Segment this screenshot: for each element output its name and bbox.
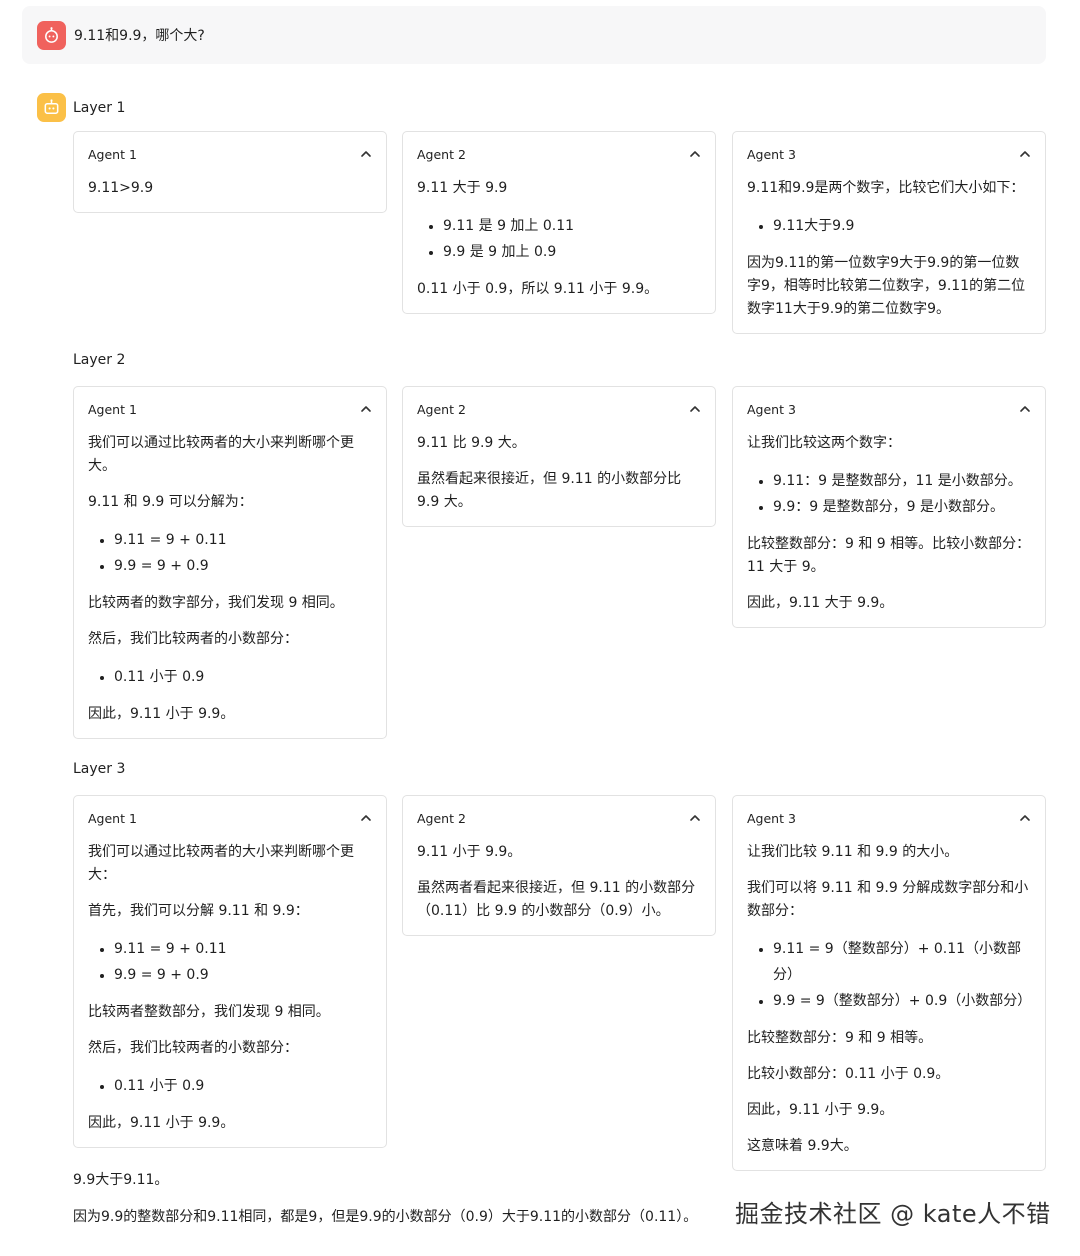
agent-bullet-list: 9.11大于9.9	[747, 213, 1031, 239]
chevron-up-icon[interactable]	[1019, 812, 1031, 824]
chevron-up-icon[interactable]	[360, 812, 372, 824]
agent-paragraph: 9.11 比 9.9 大。	[417, 435, 526, 451]
chevron-up-icon[interactable]	[360, 148, 372, 160]
final-explanation: 因为9.9的整数部分和9.11相同，都是9，但是9.9的小数部分（0.9）大于9…	[73, 1209, 698, 1225]
robot-face-icon	[45, 26, 58, 43]
agent-title: Agent 2	[417, 401, 466, 417]
agent-title: Agent 1	[88, 810, 137, 826]
chevron-up-icon[interactable]	[689, 403, 701, 415]
agent-bullet-list: 9.11 是 9 加上 0.119.9 是 9 加上 0.9	[417, 213, 701, 265]
agent-paragraph: 9.11和9.9是两个数字，比较它们大小如下：	[747, 180, 1025, 196]
chevron-up-icon[interactable]	[689, 812, 701, 824]
agent-card-layer3-agent1: Agent 1 我们可以通过比较两者的大小来判断哪个更大： 首先，我们可以分解 9.…	[73, 795, 387, 1148]
agent-card-layer1-agent3: Agent 3 9.11和9.9是两个数字，比较它们大小如下： 9.11大于9.9 因…	[732, 131, 1046, 334]
agent-title: Agent 2	[417, 146, 466, 162]
agent-title: Agent 2	[417, 810, 466, 826]
agent-card-layer2-agent1: Agent 1 我们可以通过比较两者的大小来判断哪个更大。 9.11 和 9.9 可…	[73, 386, 387, 739]
agent-paragraph: 因此，9.11 小于 9.9。	[747, 1102, 894, 1118]
agent-card-header[interactable]: Agent 2	[417, 810, 701, 826]
agent-card-header[interactable]: Agent 2	[417, 146, 701, 162]
agent-title: Agent 1	[88, 401, 137, 417]
agent-paragraph: 因此，9.11 大于 9.9。	[747, 595, 894, 611]
list-item: 9.11 = 9 + 0.11	[114, 527, 372, 553]
agent-paragraph: 虽然两者看起来很接近，但 9.11 的小数部分（0.11）比 9.9 的小数部分…	[417, 880, 696, 919]
layer-2-label: Layer 2	[73, 352, 126, 368]
agent-paragraph: 9.11 大于 9.9	[417, 180, 508, 196]
final-answer: 9.9大于9.11。	[73, 1172, 169, 1188]
agent-bullet-list: 9.11：9 是整数部分，11 是小数部分。9.9：9 是整数部分，9 是小数部…	[747, 468, 1031, 520]
agent-card-layer3-agent3: Agent 3 让我们比较 9.11 和 9.9 的大小。我们可以将 9.11 和…	[732, 795, 1046, 1171]
agent-bullet-list: 9.11 = 9 + 0.119.9 = 9 + 0.9	[88, 936, 372, 988]
agent-paragraph: 0.11 小于 0.9，所以 9.11 小于 9.9。	[417, 281, 659, 297]
robot-icon	[44, 99, 59, 114]
chevron-up-icon[interactable]	[1019, 148, 1031, 160]
agent-card-header[interactable]: Agent 3	[747, 401, 1031, 417]
list-item: 9.11 = 9 + 0.11	[114, 936, 372, 962]
agent-card-layer2-agent3: Agent 3 让我们比较这两个数字： 9.11：9 是整数部分，11 是小数部分。…	[732, 386, 1046, 628]
agent-paragraph: 让我们比较这两个数字：	[747, 435, 901, 451]
agent-card-layer1-agent1: Agent 1 9.11>9.9	[73, 131, 387, 213]
user-avatar	[37, 20, 66, 50]
list-item: 9.11大于9.9	[773, 213, 1031, 239]
agent-card-header[interactable]: Agent 1	[88, 146, 372, 162]
layer-1-label: Layer 1	[73, 99, 126, 116]
bot-header: Layer 1	[37, 93, 125, 122]
agent-paragraph: 9.11 小于 9.9。	[417, 844, 522, 860]
chevron-up-icon[interactable]	[689, 148, 701, 160]
agent-bullet-list: 9.11 = 9 + 0.119.9 = 9 + 0.9	[88, 527, 372, 579]
list-item: 0.11 小于 0.9	[114, 1073, 372, 1099]
list-item: 9.11 = 9（整数部分）+ 0.11（小数部分）	[773, 936, 1031, 988]
agent-card-header[interactable]: Agent 3	[747, 146, 1031, 162]
agent-paragraph: 因此，9.11 小于 9.9。	[88, 706, 235, 722]
agent-paragraph: 首先，我们可以分解 9.11 和 9.9：	[88, 903, 309, 919]
agent-paragraph: 我们可以通过比较两者的大小来判断哪个更大。	[88, 435, 354, 474]
list-item: 9.11：9 是整数部分，11 是小数部分。	[773, 468, 1031, 494]
watermark-text: 掘金技术社区 @ kate人不错	[735, 1200, 1051, 1228]
agent-card-layer2-agent2: Agent 2 9.11 比 9.9 大。虽然看起来很接近，但 9.11 的小数部…	[402, 386, 716, 527]
agent-paragraph: 比较整数部分：9 和 9 相等。比较小数部分：11 大于 9。	[747, 536, 1031, 575]
agent-paragraph: 这意味着 9.9大。	[747, 1138, 858, 1154]
list-item: 9.9 = 9（整数部分）+ 0.9（小数部分）	[773, 988, 1031, 1014]
agent-paragraph: 让我们比较 9.11 和 9.9 的大小。	[747, 844, 959, 860]
agent-paragraph: 虽然看起来很接近，但 9.11 的小数部分比 9.9 大。	[417, 471, 682, 510]
agent-paragraph: 比较小数部分：0.11 小于 0.9。	[747, 1066, 950, 1082]
agent-title: Agent 1	[88, 146, 137, 162]
list-item: 0.11 小于 0.9	[114, 664, 372, 690]
agent-paragraph: 然后，我们比较两者的小数部分：	[88, 631, 298, 647]
agent-paragraph: 因此，9.11 小于 9.9。	[88, 1115, 235, 1131]
agent-paragraph: 9.11>9.9	[88, 180, 154, 196]
agent-paragraph: 我们可以将 9.11 和 9.9 分解成数字部分和小数部分：	[747, 880, 1029, 919]
user-message-bubble: 9.11和9.9，哪个大?	[22, 6, 1046, 64]
user-message-text: 9.11和9.9，哪个大?	[74, 28, 205, 44]
agent-bullet-list: 0.11 小于 0.9	[88, 664, 372, 690]
agent-paragraph: 比较整数部分：9 和 9 相等。	[747, 1030, 933, 1046]
agent-title: Agent 3	[747, 401, 796, 417]
agent-card-layer3-agent2: Agent 2 9.11 小于 9.9。虽然两者看起来很接近，但 9.11 的小数…	[402, 795, 716, 936]
list-item: 9.9：9 是整数部分，9 是小数部分。	[773, 494, 1031, 520]
agent-bullet-list: 9.11 = 9（整数部分）+ 0.11（小数部分）9.9 = 9（整数部分）+…	[747, 936, 1031, 1014]
agent-paragraph: 因为9.11的第一位数字9大于9.9的第一位数字9，相等时比较第二位数字，9.1…	[747, 255, 1026, 317]
list-item: 9.9 = 9 + 0.9	[114, 553, 372, 579]
agent-paragraph: 9.11 和 9.9 可以分解为：	[88, 494, 253, 510]
layer-3-label: Layer 3	[73, 761, 126, 777]
agent-card-header[interactable]: Agent 3	[747, 810, 1031, 826]
agent-card-header[interactable]: Agent 2	[417, 401, 701, 417]
list-item: 9.9 = 9 + 0.9	[114, 962, 372, 988]
chevron-up-icon[interactable]	[360, 403, 372, 415]
agent-paragraph: 比较两者的数字部分，我们发现 9 相同。	[88, 595, 344, 611]
list-item: 9.11 是 9 加上 0.11	[443, 213, 701, 239]
list-item: 9.9 是 9 加上 0.9	[443, 239, 701, 265]
agent-paragraph: 我们可以通过比较两者的大小来判断哪个更大：	[88, 844, 354, 883]
agent-card-header[interactable]: Agent 1	[88, 810, 372, 826]
bot-avatar	[37, 93, 66, 122]
agent-bullet-list: 0.11 小于 0.9	[88, 1073, 372, 1099]
agent-card-header[interactable]: Agent 1	[88, 401, 372, 417]
agent-paragraph: 然后，我们比较两者的小数部分：	[88, 1040, 298, 1056]
agent-paragraph: 比较两者整数部分，我们发现 9 相同。	[88, 1004, 330, 1020]
agent-title: Agent 3	[747, 810, 796, 826]
chevron-up-icon[interactable]	[1019, 403, 1031, 415]
agent-card-layer1-agent2: Agent 2 9.11 大于 9.9 9.11 是 9 加上 0.119.9 是 …	[402, 131, 716, 314]
agent-title: Agent 3	[747, 146, 796, 162]
